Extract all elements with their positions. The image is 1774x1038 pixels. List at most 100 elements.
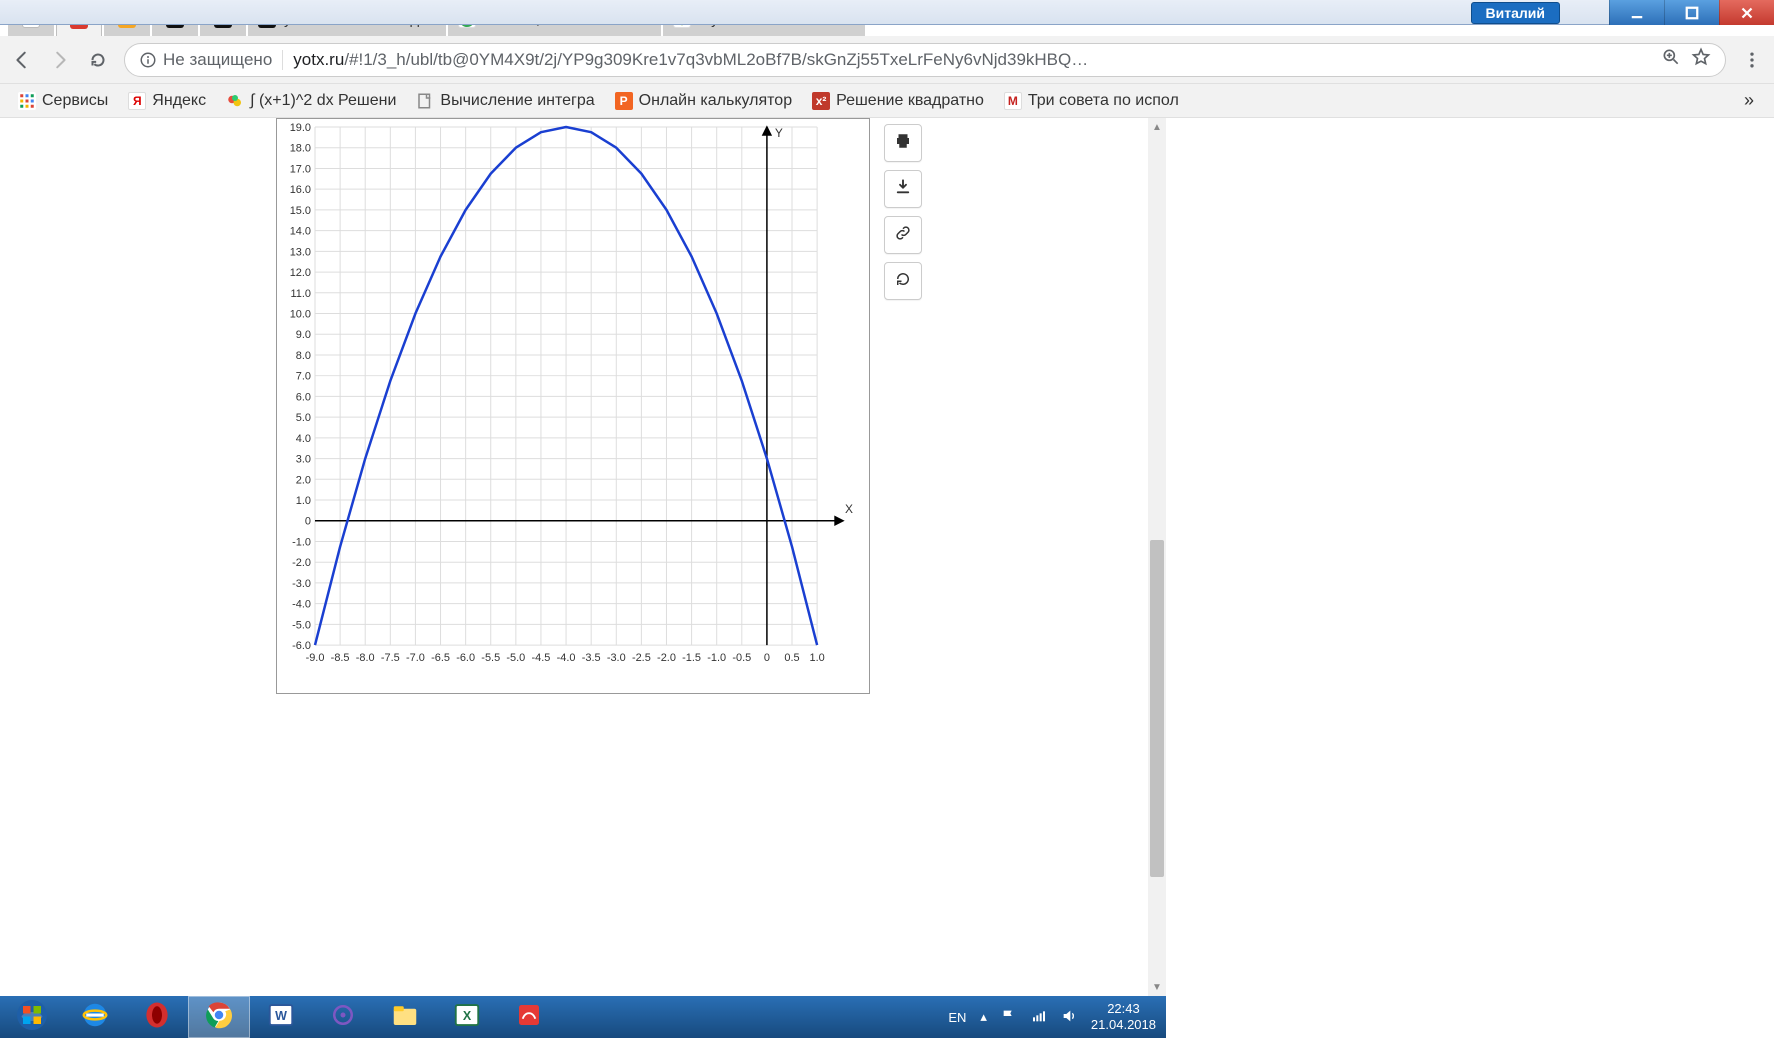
- svg-text:-3.0: -3.0: [607, 652, 626, 664]
- page-icon: [416, 92, 434, 110]
- share-link-icon: [894, 224, 912, 247]
- omnibox-divider: [282, 50, 283, 70]
- zoom-icon[interactable]: [1661, 47, 1681, 72]
- share-link-button[interactable]: [884, 216, 922, 254]
- svg-text:-6.0: -6.0: [292, 640, 311, 652]
- svg-text:-7.5: -7.5: [381, 652, 400, 664]
- svg-text:-1.0: -1.0: [707, 652, 726, 664]
- app8-icon: [514, 1000, 544, 1035]
- bookmark-item[interactable]: Вычисление интегра: [410, 88, 600, 114]
- window-minimize-button[interactable]: [1609, 0, 1664, 25]
- print-button[interactable]: [884, 124, 922, 162]
- bookmark-item[interactable]: x²Решение квадратно: [806, 88, 990, 114]
- svg-text:4.0: 4.0: [296, 433, 311, 445]
- reload-button[interactable]: [86, 48, 110, 72]
- svg-text:-5.5: -5.5: [481, 652, 500, 664]
- download-icon: [894, 178, 912, 201]
- svg-text:-6.5: -6.5: [431, 652, 450, 664]
- window-close-button[interactable]: [1719, 0, 1774, 25]
- taskbar-lang[interactable]: EN: [948, 1010, 966, 1025]
- taskbar-app-opera[interactable]: [126, 996, 188, 1038]
- taskbar-app-chrome[interactable]: [188, 996, 250, 1038]
- page-scrollbar[interactable]: ▲ ▼: [1148, 118, 1166, 996]
- chart-action-bar: [884, 124, 922, 300]
- download-button[interactable]: [884, 170, 922, 208]
- svg-text:-3.0: -3.0: [292, 578, 311, 590]
- svg-text:0.5: 0.5: [784, 652, 799, 664]
- url-text: yotx.ru/#!1/3_h/ubl/tb@0YM4X9t/2j/YP9g30…: [293, 50, 1651, 70]
- taskbar-app-app8[interactable]: [498, 996, 560, 1038]
- opera-icon: [142, 1000, 172, 1035]
- taskbar-app-excel[interactable]: X: [436, 996, 498, 1038]
- chrome-icon: [204, 1000, 234, 1035]
- security-indicator: Не защищено: [139, 50, 272, 70]
- taskbar-time: 22:43: [1091, 1001, 1156, 1017]
- tray-network-icon[interactable]: [1031, 1008, 1047, 1027]
- svg-text:12.0: 12.0: [290, 267, 311, 279]
- bookmark-item[interactable]: ∫ (x+1)^2 dx Решени: [220, 88, 402, 114]
- bookmark-item[interactable]: MТри совета по испол: [998, 88, 1185, 114]
- scrollbar-up-arrow[interactable]: ▲: [1148, 118, 1166, 136]
- svg-text:9.0: 9.0: [296, 329, 311, 341]
- svg-text:Y: Y: [775, 126, 783, 140]
- svg-text:-2.0: -2.0: [292, 557, 311, 569]
- bookmark-label: ∫ (x+1)^2 dx Решени: [250, 92, 396, 110]
- taskbar-app-explorer[interactable]: [374, 996, 436, 1038]
- taskbar-app-start[interactable]: [0, 996, 64, 1038]
- calc-icon: P: [615, 92, 633, 110]
- windows-user-badge: Виталий: [1471, 2, 1560, 24]
- chrome-menu-button[interactable]: [1740, 48, 1764, 72]
- bookmarks-overflow-button[interactable]: »: [1736, 90, 1762, 111]
- svg-text:-7.0: -7.0: [406, 652, 425, 664]
- tray-volume-icon[interactable]: [1061, 1008, 1077, 1027]
- word-icon: W: [266, 1000, 296, 1035]
- gmail-icon: M: [1004, 92, 1022, 110]
- svg-text:X: X: [463, 1009, 472, 1023]
- bookmark-label: Решение квадратно: [836, 92, 984, 110]
- svg-text:-5.0: -5.0: [506, 652, 525, 664]
- svg-text:2.0: 2.0: [296, 474, 311, 486]
- scrollbar-down-arrow[interactable]: ▼: [1148, 978, 1166, 996]
- back-button[interactable]: [10, 48, 34, 72]
- page-content: XY-6.0-5.0-4.0-3.0-2.0-1.001.02.03.04.05…: [0, 118, 1166, 996]
- svg-text:17.0: 17.0: [290, 163, 311, 175]
- forward-button[interactable]: [48, 48, 72, 72]
- bookmark-label: Яндекс: [152, 92, 206, 110]
- windows-taskbar: W X EN ▴ 22:43 21.04.2018: [0, 996, 1166, 1038]
- bookmarks-bar: Сервисы ЯЯндекс ∫ (x+1)^2 dx Решени Вычисле…: [0, 84, 1774, 118]
- svg-text:-8.5: -8.5: [331, 652, 350, 664]
- bookmark-label: Вычисление интегра: [440, 92, 594, 110]
- scrollbar-thumb[interactable]: [1150, 540, 1164, 877]
- svg-text:-9.0: -9.0: [306, 652, 325, 664]
- reload-button[interactable]: [884, 262, 922, 300]
- svg-text:19.0: 19.0: [290, 122, 311, 134]
- bookmark-item[interactable]: ЯЯндекс: [122, 88, 212, 114]
- svg-text:11.0: 11.0: [291, 288, 311, 300]
- svg-text:6.0: 6.0: [296, 391, 311, 403]
- bookmark-star-icon[interactable]: [1691, 47, 1711, 72]
- security-label: Не защищено: [163, 50, 272, 70]
- svg-text:0: 0: [305, 516, 311, 528]
- explorer-icon: [390, 1000, 420, 1035]
- taskbar-tray: EN ▴ 22:43 21.04.2018: [938, 996, 1166, 1038]
- bookmark-item[interactable]: Сервисы: [12, 88, 114, 114]
- svg-text:-0.5: -0.5: [732, 652, 751, 664]
- print-icon: [894, 132, 912, 155]
- tray-flag-icon[interactable]: [1001, 1008, 1017, 1027]
- address-bar[interactable]: Не защищено yotx.ru/#!1/3_h/ubl/tb@0YM4X…: [124, 43, 1726, 77]
- blank-area: [1166, 118, 1774, 996]
- window-maximize-button[interactable]: [1664, 0, 1719, 25]
- svg-text:13.0: 13.0: [290, 246, 311, 258]
- taskbar-clock[interactable]: 22:43 21.04.2018: [1091, 1001, 1156, 1034]
- taskbar-app-app5[interactable]: [312, 996, 374, 1038]
- taskbar-app-ie[interactable]: [64, 996, 126, 1038]
- bookmark-item[interactable]: PОнлайн калькулятор: [609, 88, 798, 114]
- tray-chevron-icon[interactable]: ▴: [980, 1009, 987, 1025]
- reload-icon: [894, 270, 912, 293]
- taskbar-app-word[interactable]: W: [250, 996, 312, 1038]
- svg-text:-4.0: -4.0: [557, 652, 576, 664]
- svg-text:X: X: [845, 502, 853, 516]
- blank-below-taskbar: [1166, 996, 1774, 1038]
- svg-text:14.0: 14.0: [290, 226, 311, 238]
- apps-icon: [18, 92, 36, 110]
